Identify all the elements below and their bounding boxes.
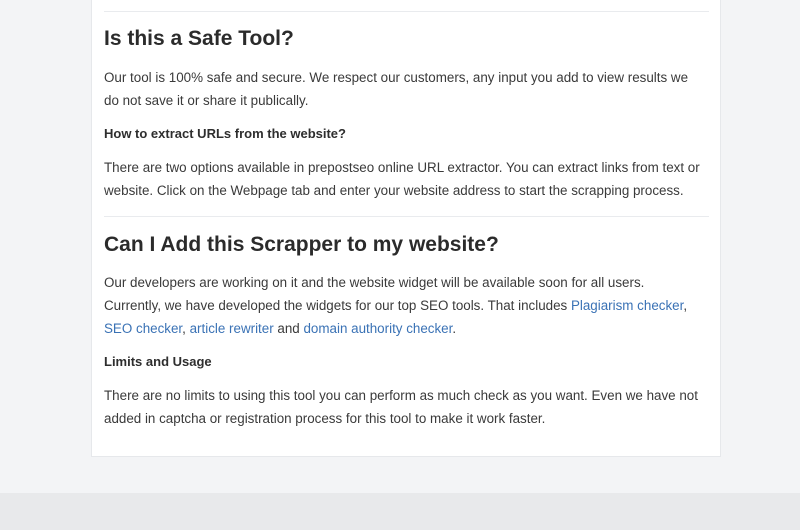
extract-urls-subheading: How to extract URLs from the website? <box>104 126 346 141</box>
add-scrapper-paragraph: Our developers are working on it and the… <box>104 271 704 340</box>
article-rewriter-link[interactable]: article rewriter <box>190 321 274 336</box>
seo-checker-link[interactable]: SEO checker <box>104 321 182 336</box>
add-scrapper-intro-text: Our developers are working on it and the… <box>104 275 645 313</box>
top-divider <box>104 11 709 12</box>
limits-usage-answer: There are no limits to using this tool y… <box>104 388 698 426</box>
limits-usage-subheading: Limits and Usage <box>104 354 212 369</box>
add-scrapper-heading: Can I Add this Scrapper to my website? <box>104 233 499 256</box>
safe-tool-paragraph: Our tool is 100% safe and secure. We res… <box>104 70 689 108</box>
plagiarism-checker-link[interactable]: Plagiarism checker <box>571 298 683 313</box>
period: . <box>452 321 457 336</box>
safe-tool-heading: Is this a Safe Tool? <box>104 27 294 50</box>
comma-separator: , <box>683 298 688 313</box>
domain-authority-checker-link[interactable]: domain authority checker <box>303 321 452 336</box>
comma-separator: , <box>182 321 190 336</box>
page: Is this a Safe Tool? Our tool is 100% sa… <box>0 0 800 530</box>
middle-divider <box>104 216 709 217</box>
content-card: Is this a Safe Tool? Our tool is 100% sa… <box>91 0 721 457</box>
footer-band <box>0 493 800 530</box>
extract-urls-answer: There are two options available in prepo… <box>104 160 700 198</box>
and-separator: and <box>273 321 304 336</box>
